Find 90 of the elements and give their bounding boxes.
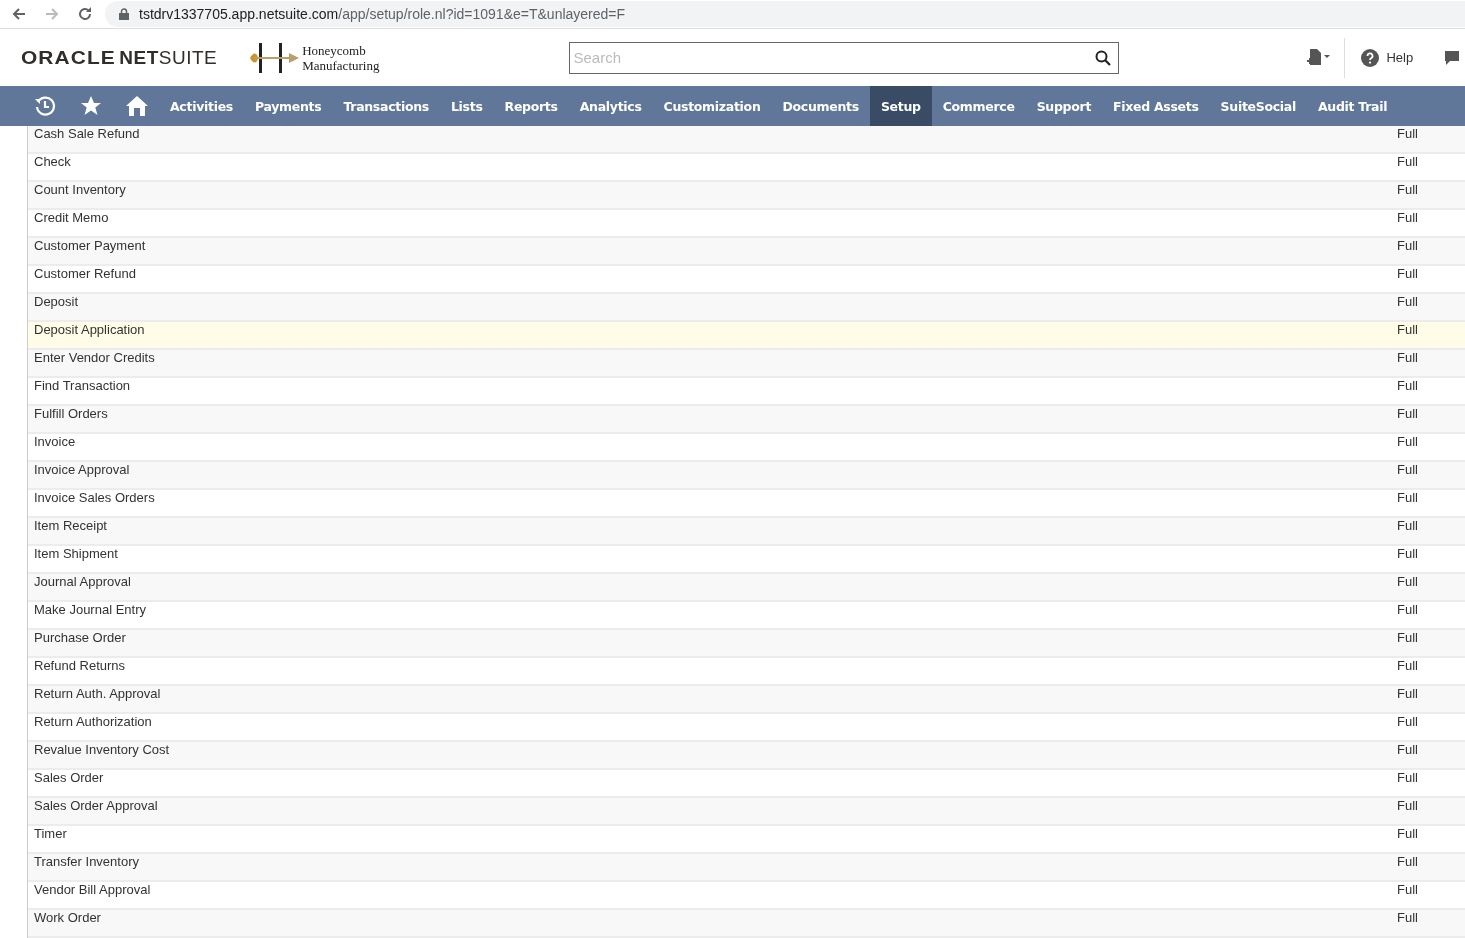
access-level: Full [1397, 518, 1419, 535]
home-icon[interactable] [125, 94, 149, 118]
access-level: Full [1397, 770, 1419, 787]
help-button[interactable]: Help [1361, 48, 1414, 67]
permission-name: Return Authorization [33, 714, 153, 731]
nav-tab[interactable]: Analytics [568, 86, 653, 126]
product-logo-text: NETSUITE [119, 46, 218, 69]
access-level: Full [1397, 910, 1419, 927]
permission-name: Return Auth. Approval [33, 686, 162, 703]
access-level: Full [1397, 602, 1419, 619]
permission-name: Invoice Sales Orders [33, 490, 156, 507]
permission-name: Sales Order Approval [33, 798, 159, 815]
nav-tab[interactable]: Commerce [931, 86, 1026, 126]
nav-tab[interactable]: Fixed Assets [1102, 86, 1210, 126]
permission-name: Item Shipment [33, 546, 119, 563]
nav-tab[interactable]: Customization [652, 86, 772, 126]
permission-name: Work Order [33, 910, 102, 927]
search-icon[interactable] [1095, 49, 1112, 66]
access-level: Full [1397, 798, 1419, 815]
permission-name: Check [33, 154, 72, 171]
permission-name: Deposit Application [33, 322, 146, 339]
permission-name: Timer [33, 826, 68, 843]
permission-name: Deposit [33, 294, 80, 311]
permission-name: Enter Vendor Credits [33, 350, 156, 367]
access-level: Full [1397, 406, 1419, 423]
access-level: Full [1397, 826, 1419, 843]
search-field[interactable]: Search [569, 41, 1120, 74]
url-path: /app/setup/role.nl?id=1091&e=T&unlayered=F [338, 6, 626, 22]
company-name-text: Honeycomb [302, 42, 367, 58]
reload-icon[interactable] [77, 6, 93, 22]
nav-tab[interactable]: Payments [243, 86, 333, 126]
permission-name: Customer Refund [33, 266, 137, 283]
access-level: Full [1397, 182, 1419, 199]
help-icon [1361, 48, 1380, 67]
permission-name: Cash Sale Refund [33, 126, 141, 143]
chat-icon[interactable] [1443, 48, 1462, 67]
permission-name: Invoice Approval [33, 462, 131, 479]
permission-name: Vendor Bill Approval [33, 882, 152, 899]
permission-name: Item Receipt [33, 518, 108, 535]
permission-name: Customer Payment [33, 238, 147, 255]
access-level: Full [1397, 154, 1419, 171]
recent-icon[interactable] [33, 94, 57, 118]
permission-name: Fulfill Orders [33, 406, 109, 423]
access-level: Full [1397, 490, 1419, 507]
permission-name: Invoice [33, 434, 77, 451]
access-level: Full [1397, 546, 1419, 563]
access-level: Full [1397, 882, 1419, 899]
access-level: Full [1397, 658, 1419, 675]
access-level: Full [1397, 126, 1419, 143]
access-level: Full [1397, 686, 1419, 703]
permission-name: Credit Memo [33, 210, 110, 227]
access-level: Full [1397, 434, 1419, 451]
nav-tab[interactable]: Audit Trail [1306, 86, 1399, 126]
nav-tab[interactable]: SuiteSocial [1209, 86, 1307, 126]
access-level: Full [1397, 266, 1419, 283]
permission-name: Purchase Order [33, 630, 127, 647]
access-level: Full [1397, 462, 1419, 479]
company-name-text: Manufacturing [302, 57, 380, 73]
permission-name: Find Transaction [33, 378, 132, 395]
access-level: Full [1397, 854, 1419, 871]
permission-name: Transfer Inventory [33, 854, 140, 871]
access-level: Full [1397, 574, 1419, 591]
nav-tab[interactable]: Reports [493, 86, 569, 126]
url-host: tstdrv1337705.app.netsuite.com [139, 6, 339, 22]
permission-name: Refund Returns [33, 658, 127, 675]
permission-name: Count Inventory [33, 182, 127, 199]
permission-name: Make Journal Entry [33, 602, 147, 619]
nav-tab[interactable]: Setup [869, 86, 932, 126]
permission-name: Revalue Inventory Cost [33, 742, 171, 759]
access-level: Full [1397, 378, 1419, 395]
access-level: Full [1397, 322, 1419, 339]
access-level: Full [1397, 630, 1419, 647]
access-level: Full [1397, 714, 1419, 731]
access-level: Full [1397, 742, 1419, 759]
back-icon[interactable] [11, 6, 27, 22]
permission-name: Sales Order [33, 770, 105, 787]
access-level: Full [1397, 238, 1419, 255]
nav-tab[interactable]: Support [1025, 86, 1103, 126]
address-bar[interactable]: tstdrv1337705.app.netsuite.com/app/setup/role.nl?id=1091&e=T&unlayered=F [105, 1, 1465, 27]
access-level: Full [1397, 294, 1419, 311]
lock-icon [119, 8, 129, 20]
nav-tab[interactable]: Activities [159, 86, 244, 126]
access-level: Full [1397, 350, 1419, 367]
new-document-icon[interactable] [1305, 47, 1332, 68]
permission-name: Journal Approval [33, 574, 132, 591]
nav-tab[interactable]: Lists [439, 86, 494, 126]
nav-tab[interactable]: Transactions [332, 86, 440, 126]
nav-tab[interactable]: Documents [771, 86, 870, 126]
oracle-logo-text: ORACLE [21, 46, 116, 69]
access-level: Full [1397, 210, 1419, 227]
